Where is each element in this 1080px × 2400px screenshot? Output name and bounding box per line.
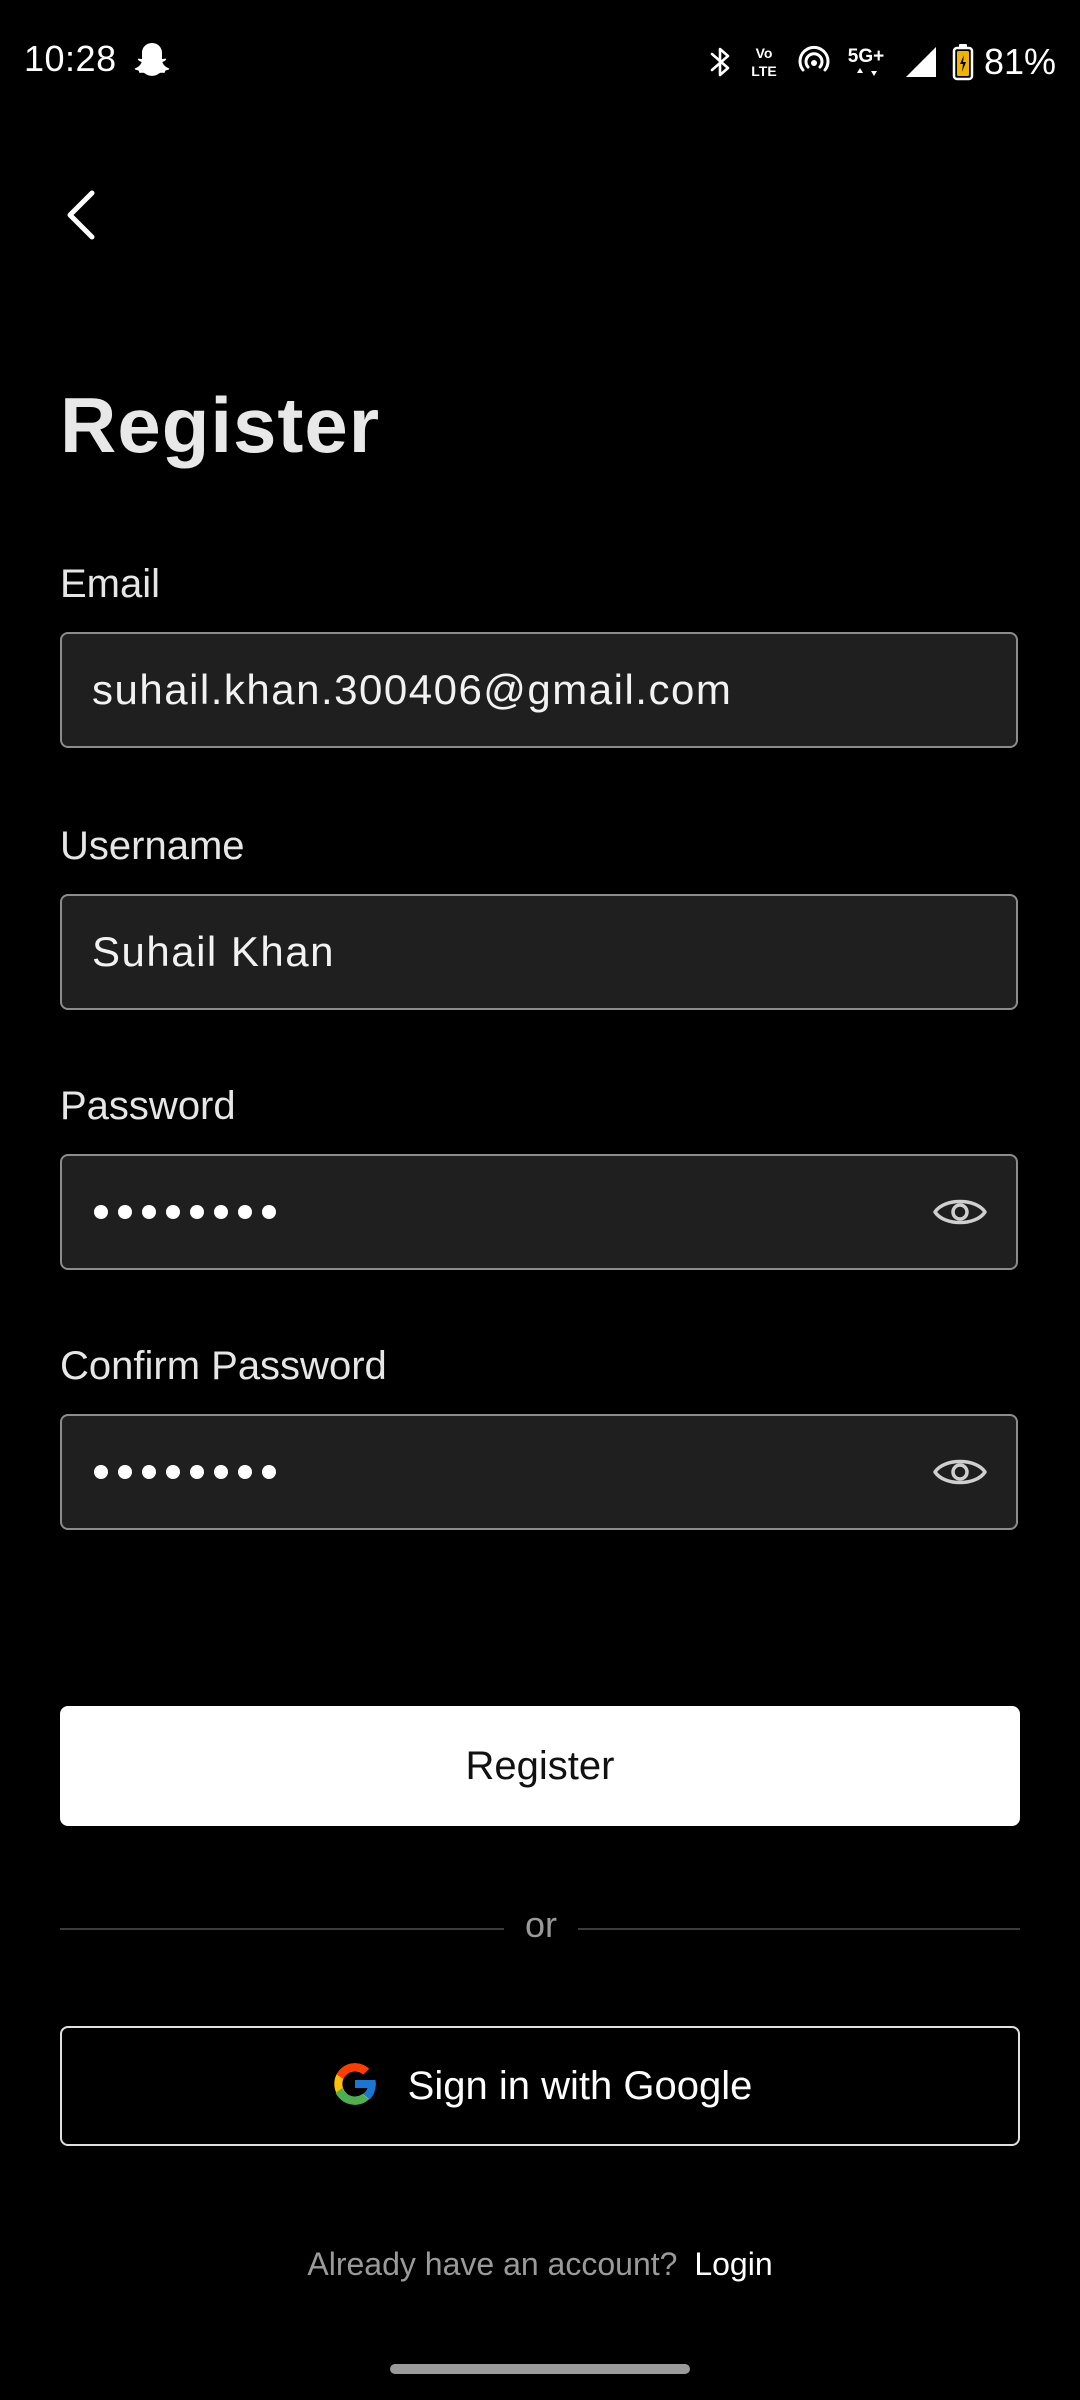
bluetooth-icon: [708, 44, 732, 80]
svg-text:LTE: LTE: [751, 63, 776, 79]
login-prompt-text: Already have an account?: [307, 2246, 678, 2282]
password-field[interactable]: [60, 1154, 1018, 1270]
hotspot-icon: [796, 44, 832, 80]
home-indicator[interactable]: [390, 2364, 690, 2374]
signal-icon: [904, 45, 938, 79]
5g-plus-icon: 5G+: [846, 42, 890, 82]
confirm-password-label: Confirm Password: [60, 1344, 387, 1388]
page-title: Register: [60, 381, 381, 469]
login-link[interactable]: Login: [694, 2246, 772, 2282]
confirm-password-field[interactable]: [60, 1414, 1018, 1530]
eye-icon: [933, 1459, 987, 1485]
password-label: Password: [60, 1084, 236, 1128]
google-sign-in-button[interactable]: Sign in with Google: [60, 2026, 1020, 2146]
volte-icon: Vo LTE: [746, 42, 782, 82]
password-masked-value: [94, 1156, 276, 1268]
username-value: Suhail Khan: [92, 928, 336, 975]
divider-text: or: [524, 1904, 557, 1945]
email-label: Email: [60, 562, 161, 606]
register-button[interactable]: Register: [60, 1706, 1020, 1826]
status-time: 10:28: [24, 38, 117, 79]
google-sign-in-label: Sign in with Google: [407, 2063, 753, 2108]
svg-text:5G+: 5G+: [848, 46, 884, 67]
back-button[interactable]: [50, 180, 110, 250]
svg-text:Vo: Vo: [756, 45, 773, 61]
email-value: suhail.khan.300406@gmail.com: [92, 666, 733, 713]
username-label: Username: [60, 824, 245, 868]
battery-percent: 81%: [983, 41, 1056, 82]
snapchat-ghost-icon: [132, 40, 172, 80]
password-visibility-toggle[interactable]: [932, 1186, 988, 1238]
divider-right: [578, 1928, 1020, 1930]
chevron-left-icon: [67, 190, 95, 240]
status-icons: Vo LTE 5G+ 81%: [708, 34, 1056, 90]
battery-icon: [952, 43, 974, 81]
divider-left: [60, 1928, 504, 1930]
login-prompt: Already have an account? Login: [0, 2246, 1080, 2283]
google-g-icon: [328, 2057, 382, 2116]
username-field[interactable]: Suhail Khan: [60, 894, 1018, 1010]
status-bar: 10:28 Vo LTE 5G+ 81%: [0, 0, 1080, 125]
email-field[interactable]: suhail.khan.300406@gmail.com: [60, 632, 1018, 748]
confirm-password-masked-value: [94, 1416, 276, 1528]
confirm-password-visibility-toggle[interactable]: [932, 1446, 988, 1498]
eye-icon: [933, 1199, 987, 1225]
